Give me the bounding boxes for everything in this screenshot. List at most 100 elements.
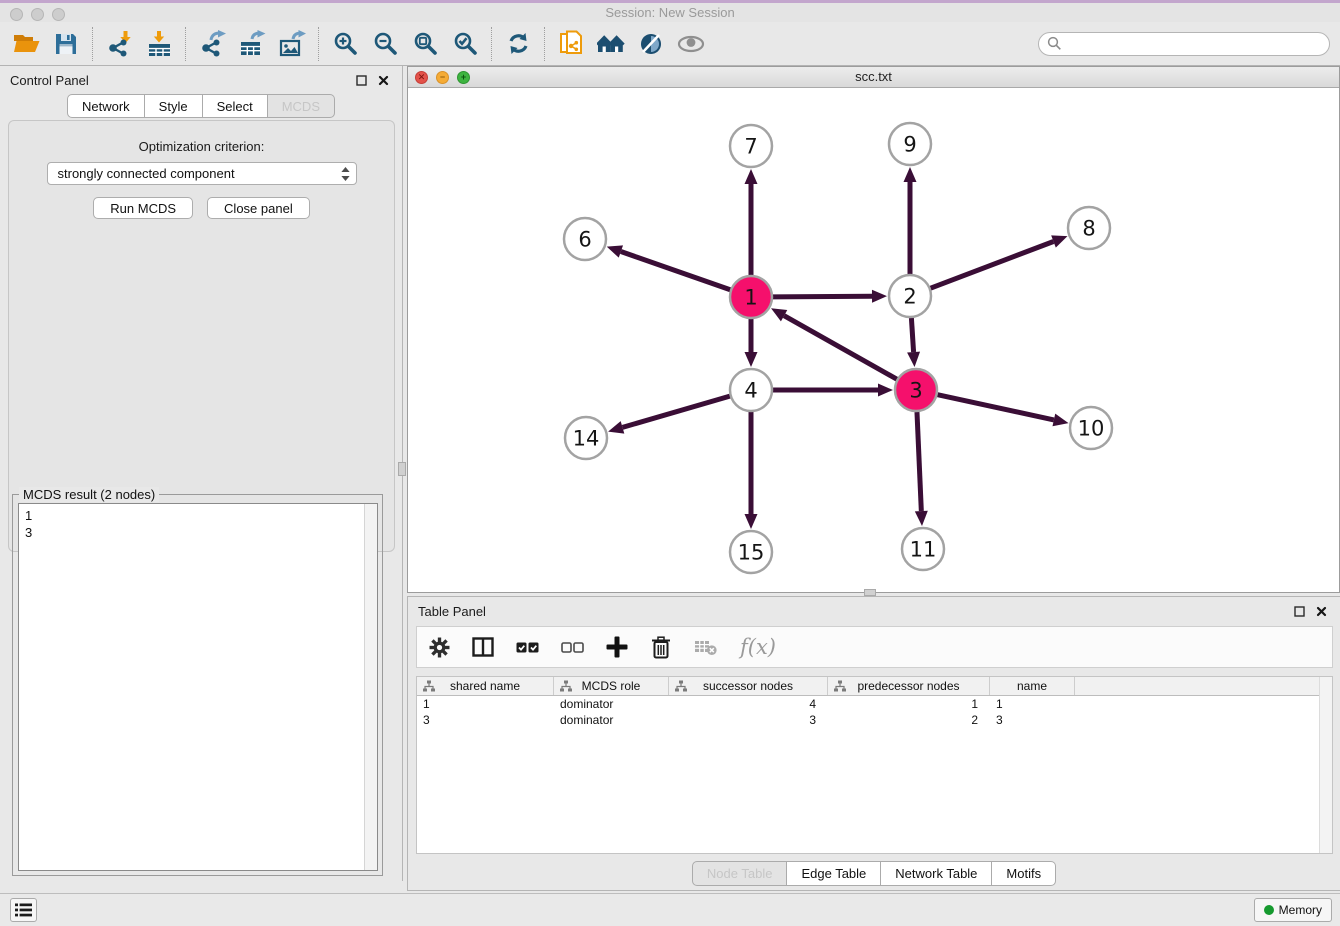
unselect-all-icon[interactable]: [561, 634, 584, 660]
search-box[interactable]: [1038, 32, 1330, 56]
column-header-predecessor-nodes[interactable]: predecessor nodes: [828, 677, 990, 695]
zoom-window-icon[interactable]: [52, 8, 65, 21]
export-image-icon[interactable]: [272, 26, 312, 62]
table-cell[interactable]: dominator: [554, 696, 669, 712]
network-window-titlebar[interactable]: ✕ − + scc.txt: [408, 67, 1339, 88]
column-header-successor-nodes[interactable]: successor nodes: [669, 677, 828, 695]
panel-divider-handle[interactable]: [398, 462, 406, 476]
table-cell[interactable]: 3: [669, 712, 828, 728]
table-cell[interactable]: 2: [828, 712, 990, 728]
task-list-button[interactable]: [10, 898, 37, 922]
graph-node-9[interactable]: 9: [889, 123, 931, 165]
minimize-window-icon[interactable]: [31, 8, 44, 21]
network-graph-canvas[interactable]: 7 9 6 8 1 2 4 3 14 10 15 11: [408, 88, 1339, 592]
graph-node-11[interactable]: 11: [902, 528, 944, 570]
close-panel-icon[interactable]: [374, 71, 392, 89]
tab-network[interactable]: Network: [67, 94, 145, 118]
column-header-MCDS-role[interactable]: MCDS role: [554, 677, 669, 695]
float-panel-icon[interactable]: [352, 71, 370, 89]
graph-node-1[interactable]: 1: [730, 276, 772, 318]
svg-text:1: 1: [744, 286, 757, 310]
table-cell[interactable]: 4: [669, 696, 828, 712]
graph-node-10[interactable]: 10: [1070, 407, 1112, 449]
column-header-shared-name[interactable]: shared name: [417, 677, 554, 695]
graph-node-8[interactable]: 8: [1068, 207, 1110, 249]
tab-mcds[interactable]: MCDS: [268, 94, 335, 118]
graph-edge-2-8[interactable]: [931, 241, 1054, 288]
column-view-icon[interactable]: [472, 634, 494, 660]
table-scrollbar[interactable]: [1319, 677, 1332, 853]
zoom-fit-icon[interactable]: [405, 26, 445, 62]
gear-icon[interactable]: [429, 634, 450, 660]
delete-column-icon[interactable]: [650, 634, 672, 660]
export-network-icon[interactable]: [192, 26, 232, 62]
table-cell[interactable]: 1: [828, 696, 990, 712]
import-table-icon[interactable]: [139, 26, 179, 62]
graph-node-2[interactable]: 2: [889, 275, 931, 317]
delete-table-icon[interactable]: [694, 634, 718, 660]
run-mcds-button[interactable]: Run MCDS: [93, 197, 193, 219]
hide-panel-eye-icon[interactable]: [671, 26, 711, 62]
graph-node-6[interactable]: 6: [564, 218, 606, 260]
tab-motifs[interactable]: Motifs: [992, 861, 1056, 886]
refresh-icon[interactable]: [498, 26, 538, 62]
select-all-icon[interactable]: [516, 634, 539, 660]
table-cell[interactable]: 3: [417, 712, 554, 728]
mcds-result-textarea[interactable]: 1 3: [18, 503, 378, 871]
table-cell[interactable]: 1: [990, 696, 1075, 712]
network-close-icon[interactable]: ✕: [415, 71, 428, 84]
search-input[interactable]: [1062, 34, 1329, 54]
svg-text:10: 10: [1078, 417, 1105, 441]
graph-edge-1-2[interactable]: [773, 296, 872, 297]
cytoscape-logo-icon[interactable]: [631, 26, 671, 62]
tab-node-table[interactable]: Node Table: [692, 861, 788, 886]
graph-edge-2-3[interactable]: [911, 318, 913, 352]
graph-node-7[interactable]: 7: [730, 125, 772, 167]
tab-style[interactable]: Style: [145, 94, 203, 118]
close-table-panel-icon[interactable]: [1312, 602, 1330, 620]
open-folder-icon[interactable]: [6, 26, 46, 62]
memory-button[interactable]: Memory: [1254, 898, 1332, 922]
table-row-1[interactable]: 1dominator411: [417, 696, 1332, 712]
table-panel-divider-handle[interactable]: [864, 589, 876, 596]
graph-node-14[interactable]: 14: [565, 417, 607, 459]
zoom-in-icon[interactable]: [325, 26, 365, 62]
function-builder-icon[interactable]: f(x): [740, 634, 776, 660]
window-traffic-lights[interactable]: [10, 8, 65, 21]
network-minimize-icon[interactable]: −: [436, 71, 449, 84]
graph-edge-3-11[interactable]: [917, 412, 921, 511]
node-table: shared nameMCDS rolesuccessor nodesprede…: [416, 676, 1333, 854]
table-cell[interactable]: 1: [417, 696, 554, 712]
table-cell[interactable]: dominator: [554, 712, 669, 728]
main-toolbar: [0, 22, 1340, 66]
svg-text:7: 7: [744, 135, 757, 159]
close-window-icon[interactable]: [10, 8, 23, 21]
export-table-icon[interactable]: [232, 26, 272, 62]
zoom-selected-icon[interactable]: [445, 26, 485, 62]
tab-network-table[interactable]: Network Table: [881, 861, 992, 886]
column-header-name[interactable]: name: [990, 677, 1075, 695]
graph-node-15[interactable]: 15: [730, 531, 772, 573]
network-file-icon[interactable]: [551, 26, 591, 62]
table-cell[interactable]: 3: [990, 712, 1075, 728]
zoom-out-icon[interactable]: [365, 26, 405, 62]
tab-edge-table[interactable]: Edge Table: [787, 861, 881, 886]
graph-node-3[interactable]: 3: [895, 369, 937, 411]
float-table-panel-icon[interactable]: [1290, 602, 1308, 620]
result-scrollbar[interactable]: [364, 504, 377, 870]
graph-edge-3-10[interactable]: [937, 395, 1053, 420]
graph-edge-3-1[interactable]: [784, 316, 897, 380]
import-network-icon[interactable]: [99, 26, 139, 62]
graph-edge-4-14[interactable]: [622, 396, 729, 427]
tab-select[interactable]: Select: [203, 94, 268, 118]
add-column-icon[interactable]: [606, 634, 628, 660]
network-maximize-icon[interactable]: +: [457, 71, 470, 84]
optimization-criterion-select[interactable]: strongly connected component: [47, 162, 357, 185]
home-icon[interactable]: [591, 26, 631, 62]
window-titlebar: Session: New Session: [0, 0, 1340, 22]
close-panel-button[interactable]: Close panel: [207, 197, 310, 219]
graph-node-4[interactable]: 4: [730, 369, 772, 411]
table-row-2[interactable]: 3dominator323: [417, 712, 1332, 728]
graph-edge-1-6[interactable]: [621, 252, 730, 290]
save-icon[interactable]: [46, 26, 86, 62]
